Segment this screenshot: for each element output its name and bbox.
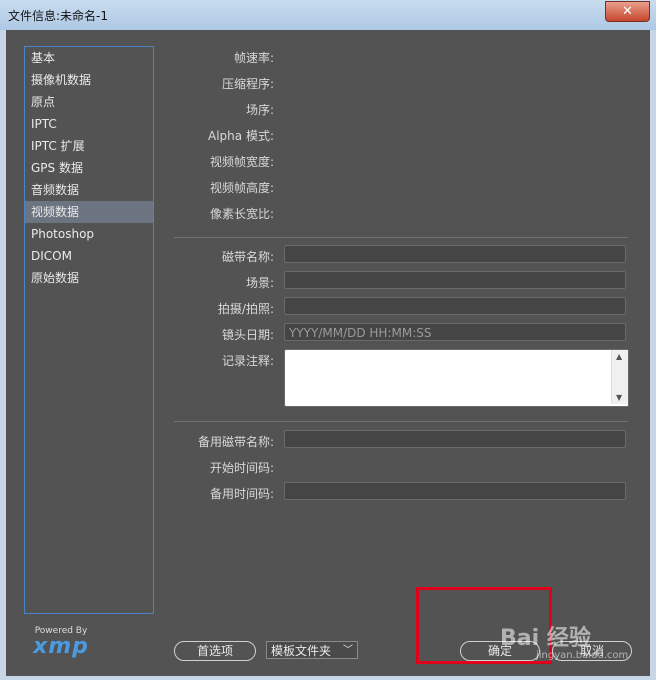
log-comment-label: 记录注释: [221, 354, 274, 368]
scroll-down-icon[interactable]: ▼ [616, 393, 622, 402]
log-comment-textarea[interactable]: ▲ ▼ [284, 349, 629, 407]
template-folder-select[interactable]: 模板文件夹 ﹀ [266, 641, 358, 659]
alt-tape-name-label: 备用磁带名称: [197, 435, 274, 449]
log-comment-scrollbar[interactable]: ▲ ▼ [611, 350, 628, 404]
window-border-left [0, 30, 6, 680]
xmp-logo: Powered By xmp [26, 626, 96, 658]
shot-label: 拍摄/拍照: [217, 302, 274, 316]
scroll-up-icon[interactable]: ▲ [616, 352, 622, 361]
alt-timecode-label: 备用时间码: [209, 487, 274, 501]
frame-width-label: 视频帧宽度: [209, 155, 274, 169]
field-order-label: 场序: [245, 103, 274, 117]
watermark-url: jingyan.baidu.com [536, 650, 629, 661]
shot-date-label: 镜头日期: [221, 328, 274, 342]
template-folder-value: 模板文件夹 [271, 644, 332, 658]
tape-name-label: 磁带名称: [221, 250, 274, 264]
preferences-button[interactable]: 首选项 [174, 641, 256, 661]
section-divider [174, 237, 628, 238]
xmp-logo-icon: xmp [33, 634, 89, 659]
scene-label: 场景: [245, 276, 274, 290]
alt-timecode-field[interactable] [284, 482, 626, 500]
sidebar-item-photoshop[interactable]: Photoshop [25, 223, 153, 245]
shot-field[interactable] [284, 297, 626, 315]
shot-date-field[interactable]: YYYY/MM/DD HH:MM:SS [284, 323, 626, 341]
window-border-bottom [0, 676, 656, 680]
alpha-mode-label: Alpha 模式: [208, 129, 274, 143]
alt-tape-name-field[interactable] [284, 430, 626, 448]
pixel-aspect-label: 像素长宽比: [209, 207, 274, 221]
section-divider [174, 421, 628, 422]
start-timecode-label: 开始时间码: [209, 461, 274, 475]
watermark-brand: Bai 经验 [500, 626, 591, 651]
close-button[interactable]: ✕ [605, 1, 650, 22]
scene-field[interactable] [284, 271, 626, 289]
window-title: 文件信息:未命名-1 [8, 9, 109, 23]
frame-rate-label: 帧速率: [233, 51, 274, 65]
title-bar: 文件信息:未命名-1 ✕ [0, 0, 656, 31]
chevron-down-icon: ﹀ [343, 645, 353, 656]
tape-name-field[interactable] [284, 245, 626, 263]
compressor-label: 压缩程序: [221, 77, 274, 91]
frame-height-label: 视频帧高度: [209, 181, 274, 195]
window-border-right [650, 30, 656, 680]
